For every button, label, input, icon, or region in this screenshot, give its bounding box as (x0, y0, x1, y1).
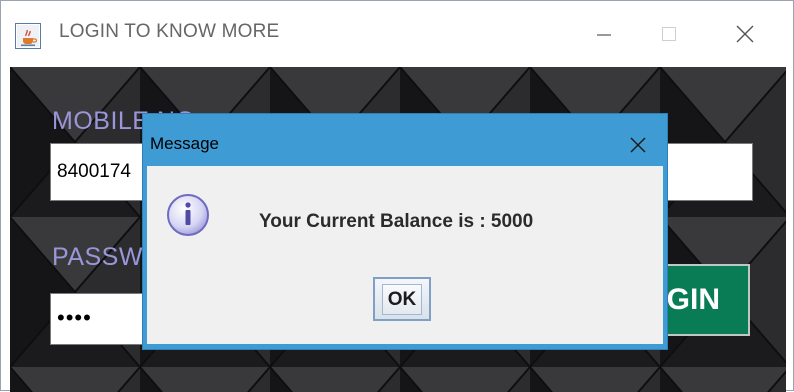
java-app-icon (15, 23, 41, 49)
ok-button-label: OK (381, 283, 423, 315)
close-icon (736, 25, 754, 43)
info-icon (167, 194, 209, 236)
dialog-title: Message (150, 134, 219, 153)
dialog-message: Your Current Balance is : 5000 (259, 211, 534, 232)
window-title: LOGIN TO KNOW MORE (59, 21, 280, 42)
close-icon (630, 137, 646, 153)
close-button[interactable] (717, 11, 773, 57)
ok-button[interactable]: OK (373, 277, 431, 321)
dialog-close-button[interactable] (623, 130, 653, 160)
minimize-button[interactable] (576, 11, 632, 57)
minimize-icon (597, 34, 611, 36)
dialog-body: Your Current Balance is : 5000 OK (147, 166, 663, 344)
login-window: LOGIN TO KNOW MORE MOBILE NO 8400174 PAS… (0, 0, 794, 392)
message-dialog: Message Your Current Balance is: 5000 O… (143, 114, 667, 349)
window-titlebar[interactable]: LOGIN TO KNOW MORE (1, 1, 793, 67)
maximize-button[interactable] (641, 11, 697, 57)
maximize-icon (662, 27, 676, 41)
